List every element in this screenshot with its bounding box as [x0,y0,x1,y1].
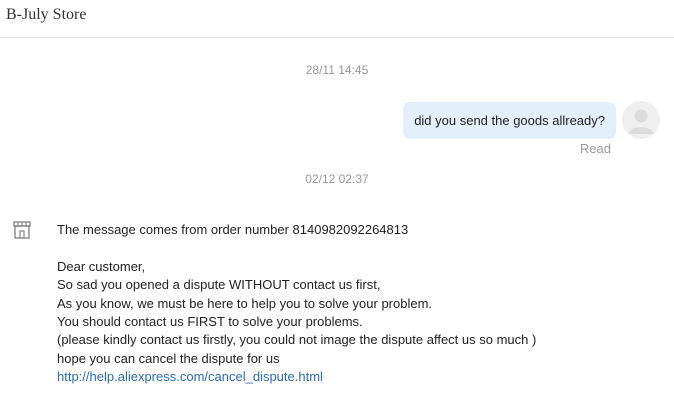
read-status: Read [579,141,611,156]
message-timestamp: 28/11 14:45 [305,63,369,77]
message-line: (please kindly contact us firstly, you c… [57,332,537,348]
message-line: You should contact us FIRST to solve you… [57,313,363,329]
message-line: hope you can cancel the dispute for us [57,350,280,366]
user-avatar-icon [622,101,660,139]
chat-window: B-July Store 28/11 14:45 did you send th… [0,0,674,401]
message-line: So sad you opened a dispute WITHOUT cont… [57,277,381,293]
message-timestamp: 02/12 02:37 [305,172,369,186]
message-line: Dear customer, [57,258,146,274]
outgoing-message-bubble: did you send the goods allready? [403,102,616,139]
avatar[interactable] [622,101,660,139]
chat-header: B-July Store [0,0,674,38]
message-line: The message comes from order number 8140… [57,222,409,237]
dispute-help-link[interactable]: http://help.aliexpress.com/cancel_disput… [57,369,323,384]
incoming-message: The message comes from order number 8140… [57,221,657,387]
store-icon [12,221,32,239]
message-line [57,239,657,257]
store-name[interactable]: B-July Store [6,6,86,24]
message-line: As you know, we must be here to help you… [57,295,433,311]
